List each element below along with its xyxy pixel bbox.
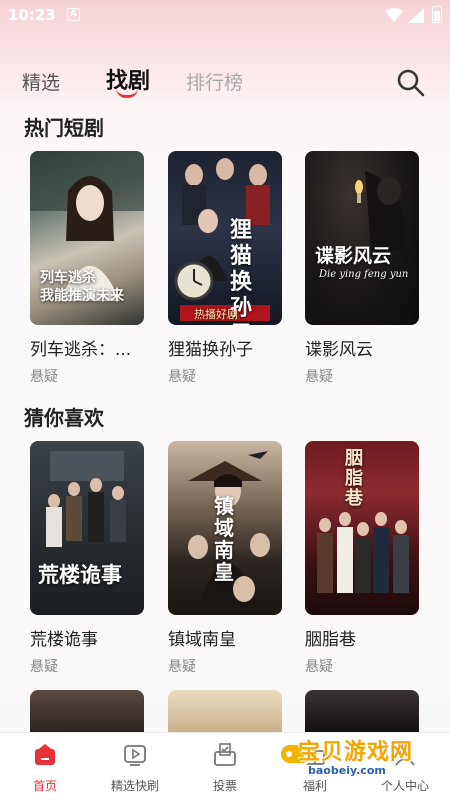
card-title: 镇域南皇: [168, 630, 236, 650]
search-icon[interactable]: [396, 68, 426, 98]
signal-icon: [408, 8, 424, 23]
status-bar: 10:23 A: [0, 0, 450, 32]
poster-image: 狸猫换孙子 热播好剧: [168, 151, 282, 325]
top-tabs: 精选 找剧 排行榜: [0, 58, 450, 104]
wifi-icon: [385, 8, 403, 22]
poster-image[interactable]: [168, 690, 282, 734]
card-title: 谍影风云: [305, 340, 373, 360]
poster-caption: 胭脂巷: [345, 448, 363, 509]
poster-art: [174, 158, 270, 321]
nav-label: 投票: [212, 779, 237, 793]
drama-card[interactable]: 谍影风云 Die ying feng yun 谍影风云 悬疑: [305, 151, 419, 386]
poster-image[interactable]: [305, 690, 419, 734]
card-genre-tag: 悬疑: [168, 369, 196, 385]
card-title: 荒楼诡事: [30, 630, 98, 650]
watermark-url: baobeiy.com: [308, 764, 386, 777]
card-title: 狸猫换孙子: [168, 340, 253, 360]
drama-card[interactable]: 镇域南皇 镇域南皇 悬疑: [168, 441, 282, 676]
drama-card[interactable]: 列车逃杀 我能推演未来 列车逃杀：... 悬疑: [30, 151, 144, 386]
poster-caption: 谍影风云: [315, 245, 392, 267]
drama-card[interactable]: 荒楼诡事 荒楼诡事 悬疑: [30, 441, 144, 676]
section-title-hot: 热门短剧: [24, 116, 104, 140]
poster-image: 荒楼诡事: [30, 441, 144, 615]
nav-label: 精选快刷: [110, 779, 159, 793]
card-genre-tag: 悬疑: [30, 659, 58, 675]
poster-subcaption: 热播好剧: [194, 308, 238, 321]
card-genre-tag: 悬疑: [30, 369, 58, 385]
home-icon: [35, 744, 55, 765]
nav-item-vote[interactable]: 投票: [180, 741, 270, 794]
battery-icon: [432, 6, 442, 23]
poster-caption: 荒楼诡事: [38, 562, 122, 587]
card-title: 胭脂巷: [305, 630, 356, 650]
drama-card[interactable]: 胭脂巷 胭脂巷 悬疑: [305, 441, 419, 676]
poster-subcaption: Die ying feng yun: [319, 269, 409, 280]
poster-art: [355, 171, 405, 251]
vote-icon: [214, 743, 236, 766]
watermark-text: 宝贝游戏网: [298, 740, 414, 765]
card-genre-tag: 悬疑: [168, 659, 196, 675]
active-tab-indicator: [116, 88, 138, 98]
tab-featured[interactable]: 精选: [22, 68, 60, 95]
poster-image[interactable]: [30, 690, 144, 734]
card-genre-tag: 悬疑: [305, 659, 333, 675]
poster-caption: 镇域南皇: [214, 494, 234, 584]
poster-image: 列车逃杀 我能推演未来: [30, 151, 144, 325]
poster-image: 镇域南皇: [168, 441, 282, 615]
watermark: 宝贝游戏网 baobeiy.com: [278, 732, 418, 794]
nav-item-home[interactable]: 首页: [0, 741, 90, 794]
tab-ranking[interactable]: 排行榜: [186, 68, 243, 95]
status-time: 10:23: [8, 6, 56, 24]
section-title-guess: 猜你喜欢: [24, 406, 104, 430]
nav-item-quick-watch[interactable]: 精选快刷: [90, 741, 180, 794]
nav-label: 首页: [32, 779, 57, 793]
card-title: 列车逃杀：...: [30, 340, 132, 360]
card-genre-tag: 悬疑: [305, 369, 333, 385]
poster-caption: 列车逃杀 我能推演未来: [40, 270, 124, 304]
notification-a-icon: A: [67, 8, 80, 21]
poster-image: 胭脂巷: [305, 441, 419, 615]
play-screen-icon: [124, 745, 146, 766]
drama-card[interactable]: 狸猫换孙子 热播好剧 狸猫换孙子 悬疑: [168, 151, 282, 386]
poster-image: 谍影风云 Die ying feng yun: [305, 151, 419, 325]
